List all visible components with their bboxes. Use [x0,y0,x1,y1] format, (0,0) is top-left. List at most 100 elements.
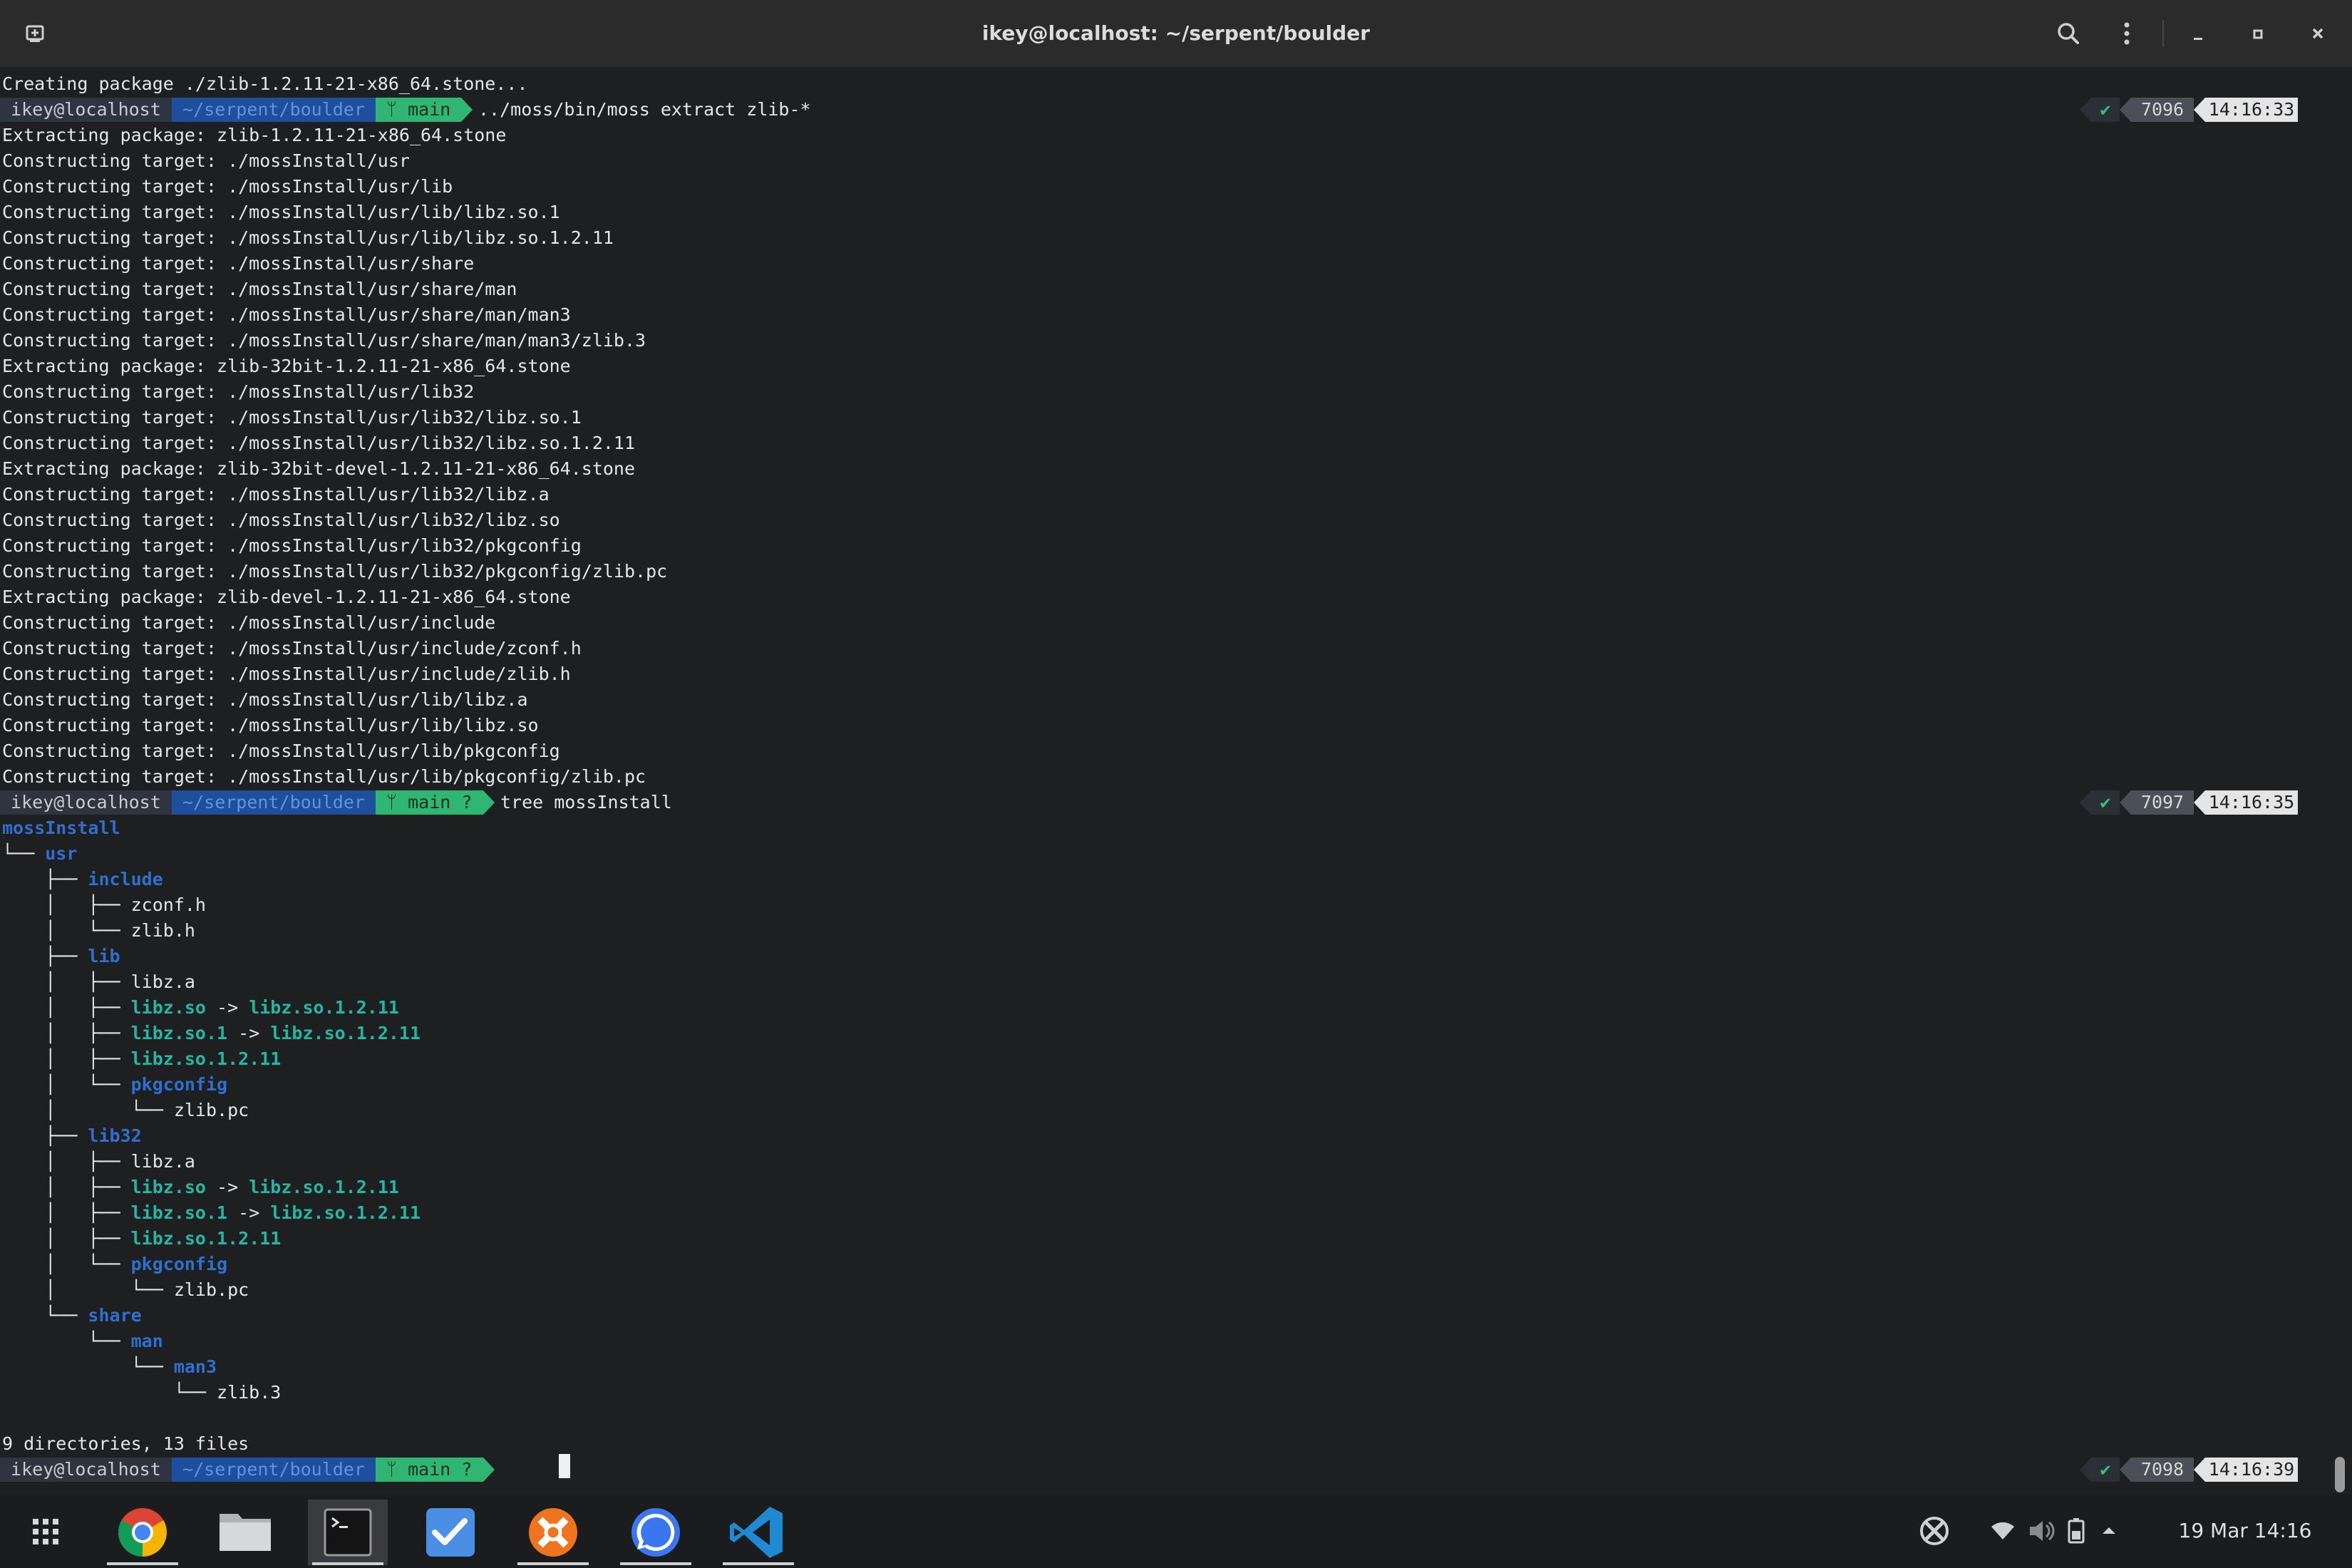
tree-text: ├── [2,1125,88,1146]
search-button[interactable] [2050,15,2087,52]
tree-line: └── zlib.3 [2,1380,282,1405]
history-count: 7097 [2131,790,2194,815]
prompt-time: 14:16:39 [2205,1458,2298,1482]
output-line: Extracting package: zlib-32bit-1.2.11-21… [2,354,571,379]
taskbar-clock[interactable]: 19 Mar 14:16 [2167,1494,2323,1568]
title-bar-separator [2162,20,2164,47]
prompt-separator-arrow [461,98,473,122]
tree-directory: lib [88,946,120,966]
prompt-separator-arrow [2080,1458,2091,1482]
chevron-up-icon [2103,1527,2115,1534]
output-text: Constructing target: ./mossInstall/usr [2,150,410,171]
app-grid-button[interactable] [6,1500,86,1565]
output-line: Constructing target: ./mossInstall/usr/l… [2,507,560,533]
tree-line: │ ├── libz.a [2,1149,195,1175]
minimize-button[interactable] [2180,15,2217,52]
files-launcher[interactable] [205,1500,285,1565]
cross-app-launcher[interactable] [513,1500,593,1565]
prompt-separator-arrow [483,790,495,815]
terminal-launcher[interactable] [308,1500,388,1565]
output-text: Constructing target: ./mossInstall/usr/l… [2,407,582,428]
window-title: ikey@localhost: ~/serpent/boulder [981,21,1371,45]
prompt-separator-arrow [2120,790,2131,815]
output-text: Constructing target: ./mossInstall/usr/i… [2,612,496,633]
tree-text: ├── [2,869,88,889]
tree-text: │ ├── libz.a [2,1151,195,1172]
output-text: Constructing target: ./mossInstall/usr/l… [2,535,582,556]
prompt-separator-arrow [2194,790,2205,815]
tree-text: │ ├── [2,1228,131,1249]
output-line: Constructing target: ./mossInstall/usr/l… [2,533,582,559]
search-icon [2058,23,2079,44]
kebab-menu-icon [2124,22,2130,45]
output-text: Constructing target: ./mossInstall/usr/l… [2,227,614,248]
prompt-git-segment: ᛘ main ? [376,790,483,815]
output-text: Constructing target: ./mossInstall/usr/l… [2,484,550,505]
history-count: 7098 [2131,1458,2194,1482]
status-check-icon: ✔ [2091,98,2120,122]
taskbar [0,1494,2352,1568]
output-text: Constructing target: ./mossInstall/usr/l… [2,689,528,710]
tree-text: └── [2,1331,131,1351]
prompt-path-segment: ~/serpent/boulder [172,98,376,122]
tray-battery[interactable] [2065,1515,2087,1554]
tree-directory: man3 [173,1356,217,1377]
files-icon [220,1514,271,1551]
tree-text: └── [2,1305,88,1326]
vscode-launcher[interactable] [718,1500,798,1565]
output-line: Constructing target: ./mossInstall/usr/l… [2,430,635,456]
tree-text: │ ├── libz.a [2,971,195,992]
tray-wifi[interactable] [1989,1515,2017,1554]
terminal-output[interactable]: Creating package ./zlib-1.2.11-21-x86_64… [0,71,2331,1482]
tree-line: │ └── zlib.h [2,918,195,944]
tree-line: │ ├── libz.so.1.2.11 [2,1046,281,1072]
wifi-icon [1991,1522,2014,1539]
menu-button[interactable] [2108,15,2145,52]
output-text: Constructing target: ./mossInstall/usr/l… [2,202,560,222]
chrome-launcher[interactable] [103,1500,182,1565]
prompt-git-segment: ᛘ main [376,98,461,122]
terminal-cursor [559,1454,570,1478]
tree-text: │ └── [2,1074,131,1095]
app-running-indicator [620,1562,691,1565]
tree-text: └── [2,843,46,864]
output-text: Constructing target: ./mossInstall/usr/l… [2,766,646,787]
prompt-user-segment: ikey@localhost [0,98,172,122]
prompt-git-segment: ᛘ main ? [376,1458,483,1482]
maximize-button[interactable] [2239,15,2276,52]
tree-text: ├── [2,946,88,966]
output-text: Constructing target: ./mossInstall/usr/l… [2,561,668,582]
signal-launcher[interactable] [616,1500,696,1565]
tree-text: │ └── zlib.h [2,920,195,941]
close-button[interactable] [2299,15,2336,52]
tree-text: -> [205,1177,249,1197]
tray-volume[interactable] [2027,1515,2056,1554]
output-line: Constructing target: ./mossInstall/usr [2,148,410,174]
tree-line: ├── include [2,867,163,892]
output-text: Extracting package: zlib-devel-1.2.11-21… [2,587,571,607]
terminal-icon [324,1508,372,1557]
tasks-launcher[interactable] [411,1500,490,1565]
output-text: Constructing target: ./mossInstall/usr/l… [2,715,539,736]
new-tab-button[interactable] [16,15,53,52]
prompt-separator-arrow [2120,98,2131,122]
terminal-scrollbar[interactable] [2335,1457,2345,1492]
output-line: Constructing target: ./mossInstall/usr/i… [2,661,571,687]
prompt-time: 14:16:35 [2205,790,2298,815]
tree-line: │ └── zlib.pc [2,1277,249,1303]
tray-expand[interactable] [2098,1515,2120,1554]
tray-xbox[interactable] [1917,1515,1951,1554]
tree-line: │ └── pkgconfig [2,1252,227,1277]
output-line: Creating package ./zlib-1.2.11-21-x86_64… [2,71,528,97]
tree-directory: pkgconfig [130,1254,228,1274]
tree-directory: lib32 [88,1125,142,1146]
output-line: Constructing target: ./mossInstall/usr/l… [2,405,582,430]
app-running-indicator [517,1562,589,1565]
output-text: 9 directories, 13 files [2,1433,249,1454]
prompt-path-segment: ~/serpent/boulder [172,790,376,815]
tree-text: │ ├── [2,1023,131,1043]
tree-line: │ ├── libz.so.1 -> libz.so.1.2.11 [2,1200,421,1226]
tree-directory: include [88,869,163,889]
app-running-indicator [107,1562,178,1565]
tree-line: └── man3 [2,1354,217,1380]
